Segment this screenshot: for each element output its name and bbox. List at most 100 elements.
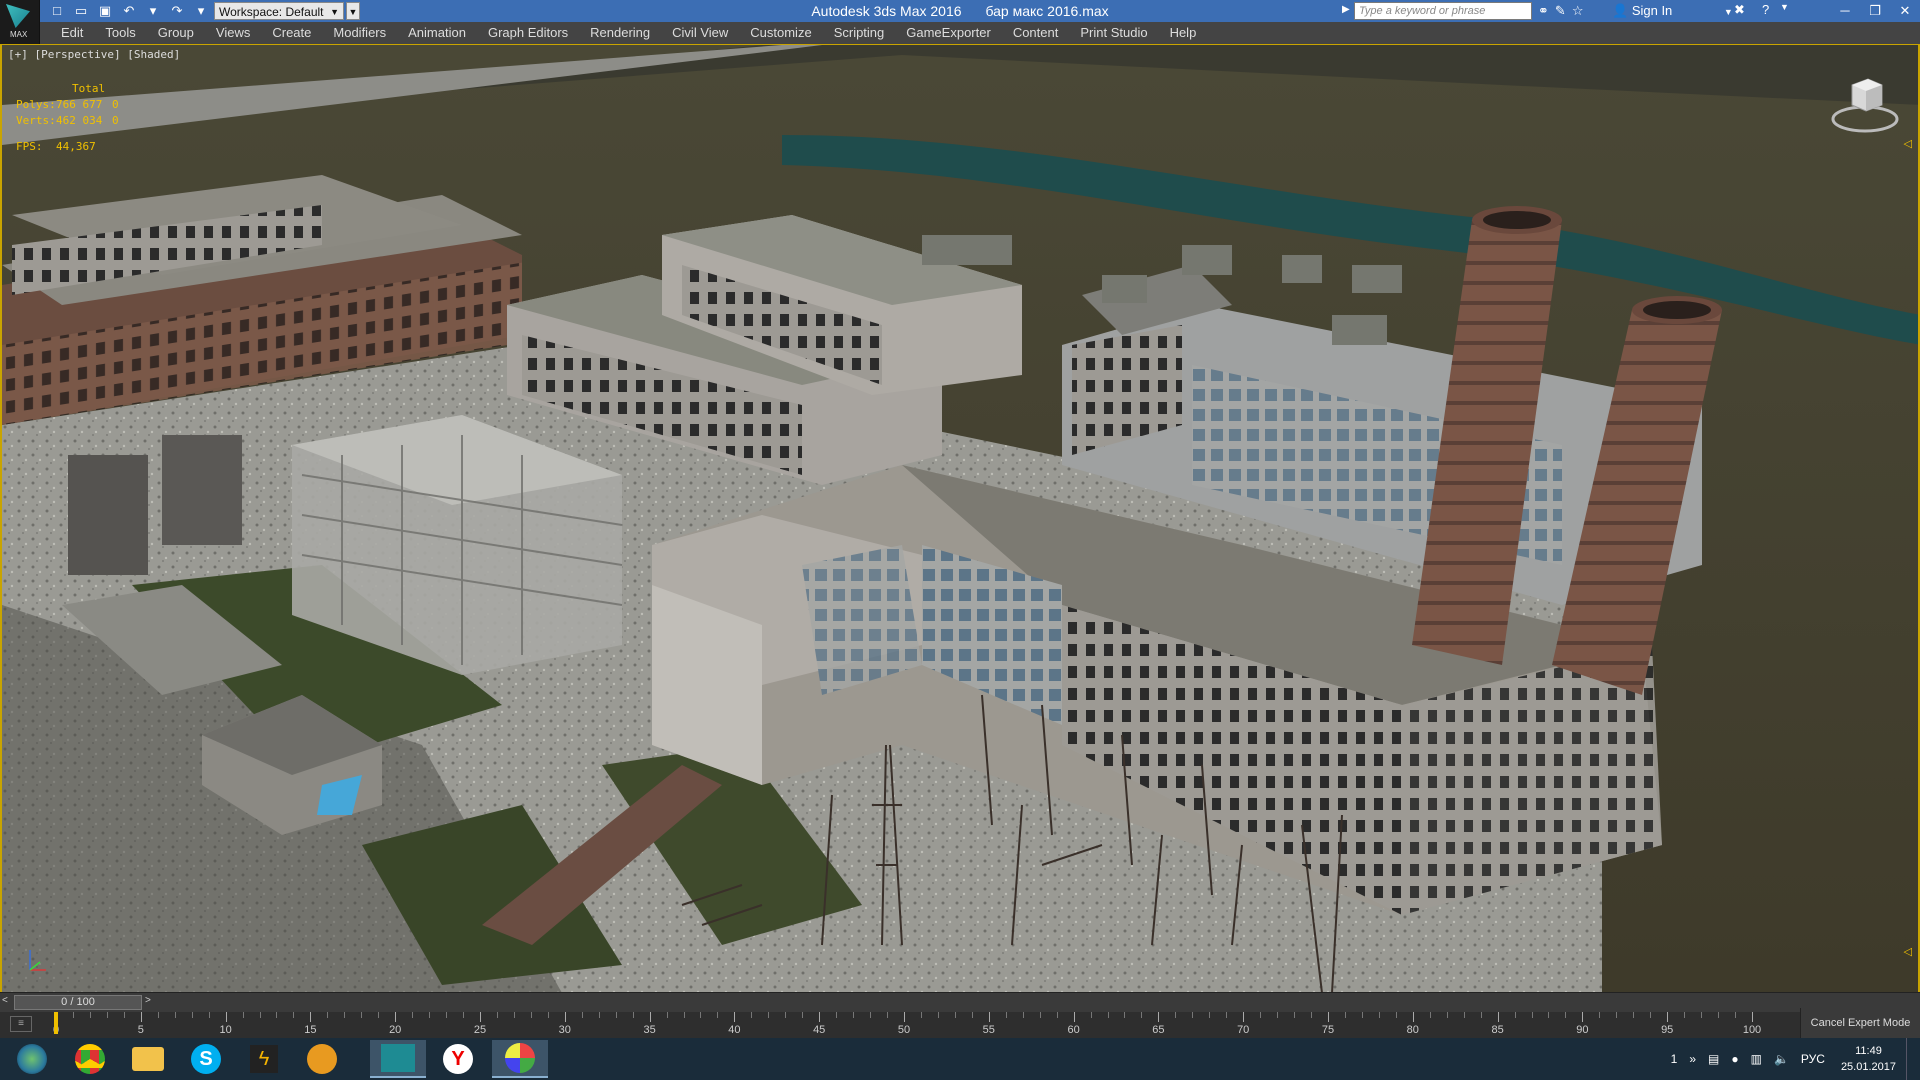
ruler-tick-label: 90: [1576, 1024, 1589, 1036]
ruler-tick: [225, 1012, 227, 1022]
ruler-tick-label: 50: [897, 1024, 911, 1036]
start-button[interactable]: [4, 1040, 60, 1078]
workspace-select[interactable]: Workspace: Default ▼: [214, 2, 344, 20]
clock[interactable]: 11:49 25.01.2017: [1831, 1043, 1906, 1075]
taskbar-chrome[interactable]: [62, 1040, 118, 1078]
ruler-tick: [1497, 1012, 1499, 1022]
show-desktop-button[interactable]: [1906, 1038, 1920, 1080]
menu-create[interactable]: Create: [261, 22, 322, 44]
redo-icon[interactable]: ↷: [166, 2, 188, 20]
undo-icon[interactable]: ↶: [118, 2, 140, 20]
search-input[interactable]: Type a keyword or phrase: [1354, 2, 1532, 20]
show-hidden-icons-icon[interactable]: »: [1683, 1052, 1702, 1066]
perspective-viewport[interactable]: [+] [Perspective] [Shaded] Total Polys: …: [0, 44, 1920, 992]
communication-icon[interactable]: ✎: [1555, 2, 1566, 20]
menu-print-studio[interactable]: Print Studio: [1069, 22, 1158, 44]
current-frame-marker[interactable]: [54, 1012, 58, 1034]
taskbar-winamp[interactable]: ϟ: [236, 1040, 292, 1078]
mini-curve-editor-icon[interactable]: ≡: [10, 1016, 32, 1032]
menu-gameexporter[interactable]: GameExporter: [895, 22, 1002, 44]
paint-icon: [505, 1043, 535, 1073]
viewport-label-menu[interactable]: [+] [Perspective] [Shaded]: [8, 48, 180, 61]
next-frame-button[interactable]: >: [145, 995, 151, 1006]
favorites-star-icon[interactable]: ☆: [1572, 2, 1584, 20]
viewcube-icon[interactable]: [1830, 67, 1900, 137]
viewport-border-marker-icon: ◁: [1903, 138, 1912, 150]
cancel-expert-mode-button[interactable]: Cancel Expert Mode: [1800, 1008, 1920, 1038]
ruler-tick: [1260, 1012, 1262, 1018]
language-indicator[interactable]: РУС: [1795, 1052, 1831, 1066]
menu-rendering[interactable]: Rendering: [579, 22, 661, 44]
menu-tools[interactable]: Tools: [94, 22, 146, 44]
save-icon[interactable]: ▣: [94, 2, 116, 20]
network-icon[interactable]: ▥: [1745, 1052, 1768, 1066]
close-icon[interactable]: ✕: [1890, 0, 1920, 22]
track-bar[interactable]: ≡ 05101520253035404550556065707580859095…: [0, 1012, 1920, 1038]
taskbar-explorer[interactable]: [120, 1040, 176, 1078]
ruler-tick: [1107, 1012, 1109, 1018]
help-icon[interactable]: ?: [1762, 2, 1769, 17]
taskbar-paint[interactable]: [492, 1040, 548, 1078]
redo-dropdown-icon[interactable]: ▾: [190, 2, 212, 20]
ruler-tick-label: 45: [813, 1024, 826, 1036]
restore-icon[interactable]: ❐: [1860, 0, 1890, 22]
tray-nvidia-icon[interactable]: ●: [1725, 1052, 1744, 1066]
taskbar-3ds-max[interactable]: [370, 1040, 426, 1078]
menu-animation[interactable]: Animation: [397, 22, 477, 44]
app-logo-button[interactable]: MAX: [0, 0, 40, 44]
windows-start-icon: [17, 1044, 47, 1074]
time-slider[interactable]: < 0 / 100 >: [0, 992, 1920, 1012]
exchange-apps-icon[interactable]: ✖: [1734, 2, 1745, 18]
menu-content[interactable]: Content: [1002, 22, 1070, 44]
ruler-tick-label: 5: [137, 1024, 144, 1036]
menu-scripting[interactable]: Scripting: [823, 22, 896, 44]
sign-in-button[interactable]: 👤 Sign In ▼: [1612, 2, 1733, 21]
taskbar-yandex[interactable]: Y: [430, 1040, 486, 1078]
prev-frame-button[interactable]: <: [2, 995, 8, 1006]
new-file-icon[interactable]: □: [46, 2, 68, 20]
ruler-tick: [496, 1012, 498, 1018]
open-file-icon[interactable]: ▭: [70, 2, 92, 20]
verts-total: 462 034: [56, 114, 103, 127]
ruler-tick: [971, 1012, 973, 1018]
ruler-tick-label: 30: [558, 1024, 571, 1036]
workspace-label: Workspace: Default: [219, 5, 324, 19]
menu-edit[interactable]: Edit: [50, 22, 94, 44]
ruler-tick: [157, 1012, 159, 1018]
taskbar-skype[interactable]: S: [178, 1040, 234, 1078]
expand-search-icon[interactable]: ▶: [1342, 4, 1350, 15]
ruler-tick: [1328, 1012, 1329, 1022]
help-dropdown-icon[interactable]: ▼: [1780, 2, 1789, 12]
ruler-tick: [208, 1012, 210, 1018]
menu-customize[interactable]: Customize: [739, 22, 822, 44]
scene-render[interactable]: [2, 45, 1920, 992]
ruler-tick: [123, 1012, 125, 1018]
time-slider-thumb[interactable]: 0 / 100: [14, 995, 142, 1010]
ruler-tick: [1005, 1012, 1007, 1018]
ruler-tick: [1531, 1012, 1533, 1018]
ruler-tick: [564, 1012, 566, 1022]
binoculars-icon[interactable]: ⚭: [1538, 2, 1549, 20]
menu-civil-view[interactable]: Civil View: [661, 22, 739, 44]
menu-graph-editors[interactable]: Graph Editors: [477, 22, 579, 44]
taskbar-paint-tool[interactable]: [294, 1040, 350, 1078]
menu-group[interactable]: Group: [147, 22, 205, 44]
ruler-tick: [1311, 1012, 1313, 1018]
volume-icon[interactable]: 🔈: [1768, 1052, 1795, 1066]
menu-views[interactable]: Views: [205, 22, 261, 44]
undo-dropdown-icon[interactable]: ▾: [142, 2, 164, 20]
ruler-tick: [1667, 1012, 1669, 1022]
menu-modifiers[interactable]: Modifiers: [322, 22, 397, 44]
clock-time: 11:49: [1855, 1045, 1882, 1057]
ruler-tick: [920, 1012, 922, 1018]
tray-app-icon[interactable]: ▤: [1702, 1052, 1725, 1066]
minimize-icon[interactable]: ─: [1830, 0, 1860, 22]
verts-selected: 0: [112, 114, 119, 127]
menu-help[interactable]: Help: [1159, 22, 1208, 44]
ruler-tick: [853, 1012, 855, 1018]
customize-toolbar-icon[interactable]: ▼: [346, 2, 360, 20]
ruler-tick: [1633, 1012, 1635, 1018]
tray-count[interactable]: 1: [1665, 1052, 1684, 1066]
ruler-tick: [1073, 1012, 1075, 1022]
track-bar-ruler[interactable]: 0510152025303540455055606570758085909510…: [53, 1012, 1761, 1038]
